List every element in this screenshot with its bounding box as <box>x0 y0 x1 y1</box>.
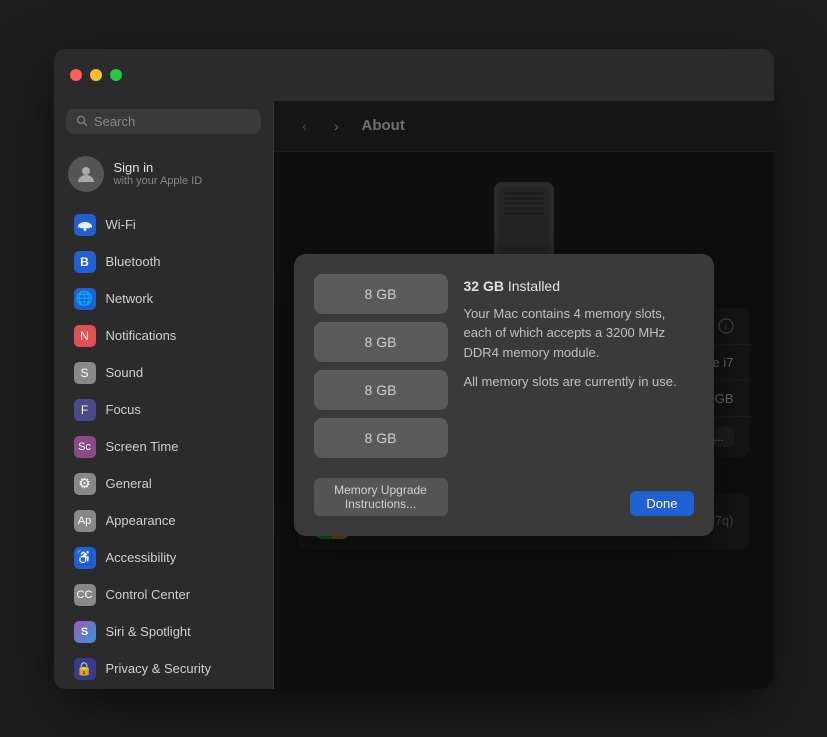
sidebar-item-label-focus: Focus <box>106 402 141 417</box>
focus-icon: F <box>74 399 96 421</box>
sidebar-item-label-screentime: Screen Time <box>106 439 179 454</box>
appearance-icon: Ap <box>74 510 96 532</box>
modal-right: 32 GB Installed Your Mac contains 4 memo… <box>464 274 694 516</box>
sidebar-item-desktop[interactable]: D Desktop & Dock <box>60 688 267 689</box>
sidebar-item-label-bluetooth: Bluetooth <box>106 254 161 269</box>
modal-description-2: All memory slots are currently in use. <box>464 372 694 392</box>
sidebar-item-label-wifi: Wi-Fi <box>106 217 136 232</box>
signin-text: Sign in with your Apple ID <box>114 160 203 187</box>
modal-left: 8 GB 8 GB 8 GB 8 GB Memory Upgrade Instr… <box>314 274 448 516</box>
sidebar-item-label-privacy: Privacy & Security <box>106 661 211 676</box>
sidebar-item-appearance[interactable]: Ap Appearance <box>60 503 267 539</box>
memory-modal: 8 GB 8 GB 8 GB 8 GB Memory Upgrade Instr… <box>294 254 714 536</box>
bluetooth-icon: B <box>74 251 96 273</box>
modal-overlay: 8 GB 8 GB 8 GB 8 GB Memory Upgrade Instr… <box>274 101 774 689</box>
modal-bottom: Memory Upgrade Instructions... <box>314 478 448 516</box>
accessibility-icon: ♿ <box>74 547 96 569</box>
signin-subtitle: with your Apple ID <box>114 175 203 187</box>
sidebar-item-label-appearance: Appearance <box>106 513 176 528</box>
memory-slot-3: 8 GB <box>314 370 448 410</box>
sidebar-item-accessibility[interactable]: ♿ Accessibility <box>60 540 267 576</box>
modal-title: 32 GB Installed <box>464 278 694 294</box>
sidebar-item-general[interactable]: ⚙ General <box>60 466 267 502</box>
sidebar-item-bluetooth[interactable]: B Bluetooth <box>60 244 267 280</box>
sidebar-item-label-general: General <box>106 476 152 491</box>
sidebar-item-controlcenter[interactable]: CC Control Center <box>60 577 267 613</box>
traffic-lights <box>70 69 122 81</box>
sidebar-item-network[interactable]: 🌐 Network <box>60 281 267 317</box>
signin-row[interactable]: Sign in with your Apple ID <box>54 146 273 202</box>
privacy-icon: 🔒 <box>74 658 96 680</box>
general-icon: ⚙ <box>74 473 96 495</box>
main-window: Sign in with your Apple ID Wi-Fi B <box>54 49 774 689</box>
sidebar-items-list: Wi-Fi B Bluetooth 🌐 Network N Notificati… <box>54 202 273 689</box>
sidebar-item-label-sound: Sound <box>106 365 144 380</box>
sidebar-item-label-notifications: Notifications <box>106 328 177 343</box>
sidebar-item-wifi[interactable]: Wi-Fi <box>60 207 267 243</box>
main-content: Sign in with your Apple ID Wi-Fi B <box>54 101 774 689</box>
screentime-icon: Sc <box>74 436 96 458</box>
search-bar[interactable] <box>66 109 261 134</box>
sidebar-item-sound[interactable]: S Sound <box>60 355 267 391</box>
close-button[interactable] <box>70 69 82 81</box>
modal-title-strong: 32 GB <box>464 278 504 294</box>
sidebar-item-privacy[interactable]: 🔒 Privacy & Security <box>60 651 267 687</box>
network-icon: 🌐 <box>74 288 96 310</box>
main-pane: ‹ › About <box>274 101 774 689</box>
avatar <box>68 156 104 192</box>
sidebar-item-focus[interactable]: F Focus <box>60 392 267 428</box>
memory-slot-1: 8 GB <box>314 274 448 314</box>
sidebar-item-label-network: Network <box>106 291 154 306</box>
done-button[interactable]: Done <box>630 491 693 516</box>
sound-icon: S <box>74 362 96 384</box>
siri-icon: S <box>74 621 96 643</box>
sidebar-item-label-siri: Siri & Spotlight <box>106 624 191 639</box>
wifi-icon <box>74 214 96 236</box>
memory-slot-4: 8 GB <box>314 418 448 458</box>
sidebar-item-notifications[interactable]: N Notifications <box>60 318 267 354</box>
notifications-icon: N <box>74 325 96 347</box>
memory-slot-2: 8 GB <box>314 322 448 362</box>
controlcenter-icon: CC <box>74 584 96 606</box>
minimize-button[interactable] <box>90 69 102 81</box>
sidebar-item-siri[interactable]: S Siri & Spotlight <box>60 614 267 650</box>
signin-title: Sign in <box>114 160 203 175</box>
sidebar: Sign in with your Apple ID Wi-Fi B <box>54 101 274 689</box>
memory-upgrade-button[interactable]: Memory Upgrade Instructions... <box>314 478 448 516</box>
search-input[interactable] <box>94 114 250 129</box>
search-icon <box>76 114 89 128</box>
titlebar <box>54 49 774 101</box>
sidebar-item-screentime[interactable]: Sc Screen Time <box>60 429 267 465</box>
maximize-button[interactable] <box>110 69 122 81</box>
modal-title-rest: Installed <box>504 278 560 294</box>
sidebar-item-label-controlcenter: Control Center <box>106 587 191 602</box>
modal-description-1: Your Mac contains 4 memory slots, each o… <box>464 304 694 363</box>
sidebar-item-label-accessibility: Accessibility <box>106 550 177 565</box>
